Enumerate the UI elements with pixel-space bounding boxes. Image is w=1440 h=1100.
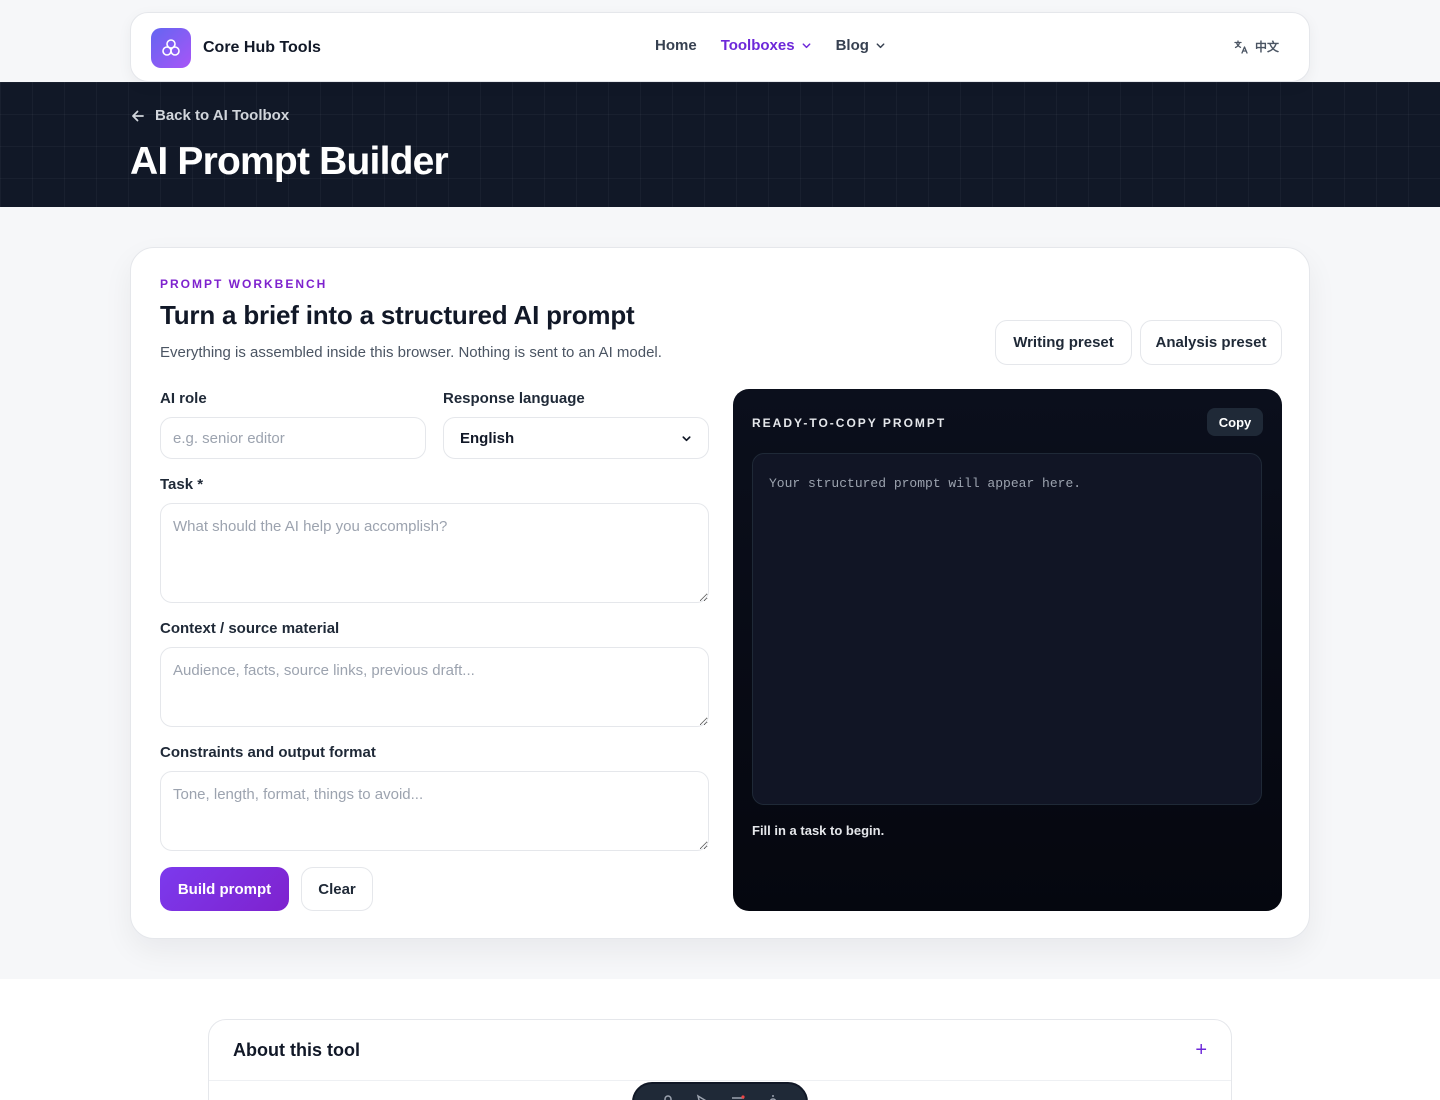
page-title: AI Prompt Builder bbox=[130, 140, 449, 183]
output-status: Fill in a task to begin. bbox=[752, 823, 885, 838]
main-nav: Home Toolboxes Blog bbox=[655, 37, 886, 54]
writing-preset-button[interactable]: Writing preset bbox=[995, 320, 1132, 365]
response-language-value: English bbox=[460, 429, 515, 447]
menu-icon[interactable] bbox=[730, 1094, 746, 1100]
cursor-icon[interactable] bbox=[695, 1094, 711, 1100]
back-link-label: Back to AI Toolbox bbox=[155, 107, 290, 124]
chevron-down-icon bbox=[876, 43, 885, 49]
output-placeholder: Your structured prompt will appear here. bbox=[769, 476, 1082, 491]
top-navigation-bar: Core Hub Tools Home Toolboxes Blog 中文 bbox=[130, 12, 1310, 82]
language-label: 中文 bbox=[1254, 40, 1279, 54]
output-title: READY-TO-COPY PROMPT bbox=[752, 416, 947, 430]
language-switcher[interactable]: 中文 bbox=[1233, 38, 1279, 55]
clear-button[interactable]: Clear bbox=[301, 867, 373, 911]
settings-icon[interactable] bbox=[765, 1094, 781, 1100]
back-to-toolbox-link[interactable]: Back to AI Toolbox bbox=[130, 107, 289, 124]
about-title: About this tool bbox=[233, 1039, 360, 1060]
translate-icon bbox=[1234, 39, 1248, 54]
hero-banner: Back to AI Toolbox AI Prompt Builder bbox=[0, 82, 1440, 207]
nav-item-label: Home bbox=[655, 37, 697, 54]
about-accordion-header[interactable]: About this tool + bbox=[209, 1020, 1231, 1081]
section-eyebrow: PROMPT WORKBENCH bbox=[160, 277, 328, 291]
nav-item-blog[interactable]: Blog bbox=[836, 37, 886, 54]
expand-plus-icon[interactable]: + bbox=[1195, 1039, 1207, 1062]
nav-item-label: Toolboxes bbox=[720, 37, 795, 54]
prompt-output-area[interactable]: Your structured prompt will appear here. bbox=[752, 453, 1262, 805]
nav-item-toolboxes[interactable]: Toolboxes bbox=[721, 37, 812, 54]
floating-toolbar bbox=[632, 1082, 808, 1100]
workbench-title: Turn a brief into a structured AI prompt bbox=[160, 300, 635, 330]
brand-name: Core Hub Tools bbox=[203, 39, 321, 56]
build-prompt-button[interactable]: Build prompt bbox=[160, 867, 289, 911]
chevron-down-icon bbox=[802, 43, 811, 49]
inspect-icon[interactable] bbox=[660, 1094, 676, 1100]
response-language-select[interactable]: English bbox=[443, 417, 709, 459]
context-label: Context / source material bbox=[160, 620, 340, 637]
analysis-preset-button[interactable]: Analysis preset bbox=[1140, 320, 1282, 365]
prompt-output-panel: READY-TO-COPY PROMPT Copy Your structure… bbox=[733, 389, 1282, 911]
brand-home-link[interactable]: Core Hub Tools bbox=[151, 28, 321, 68]
chevron-down-icon bbox=[682, 435, 691, 441]
constraints-label: Constraints and output format bbox=[160, 744, 376, 761]
workbench-subtitle: Everything is assembled inside this brow… bbox=[160, 344, 662, 361]
copy-button[interactable]: Copy bbox=[1207, 408, 1263, 436]
arrow-left-icon bbox=[132, 110, 144, 121]
hub-logo-icon bbox=[151, 28, 191, 68]
task-label: Task * bbox=[160, 476, 204, 493]
response-language-label: Response language bbox=[443, 390, 585, 407]
constraints-textarea[interactable] bbox=[160, 771, 709, 851]
ai-role-input[interactable] bbox=[160, 417, 426, 459]
ai-role-label: AI role bbox=[160, 390, 207, 407]
prompt-workbench-card: PROMPT WORKBENCH Turn a brief into a str… bbox=[130, 247, 1310, 939]
task-textarea[interactable] bbox=[160, 503, 709, 603]
context-textarea[interactable] bbox=[160, 647, 709, 727]
nav-item-label: Blog bbox=[835, 37, 869, 54]
nav-item-home[interactable]: Home bbox=[655, 37, 697, 54]
